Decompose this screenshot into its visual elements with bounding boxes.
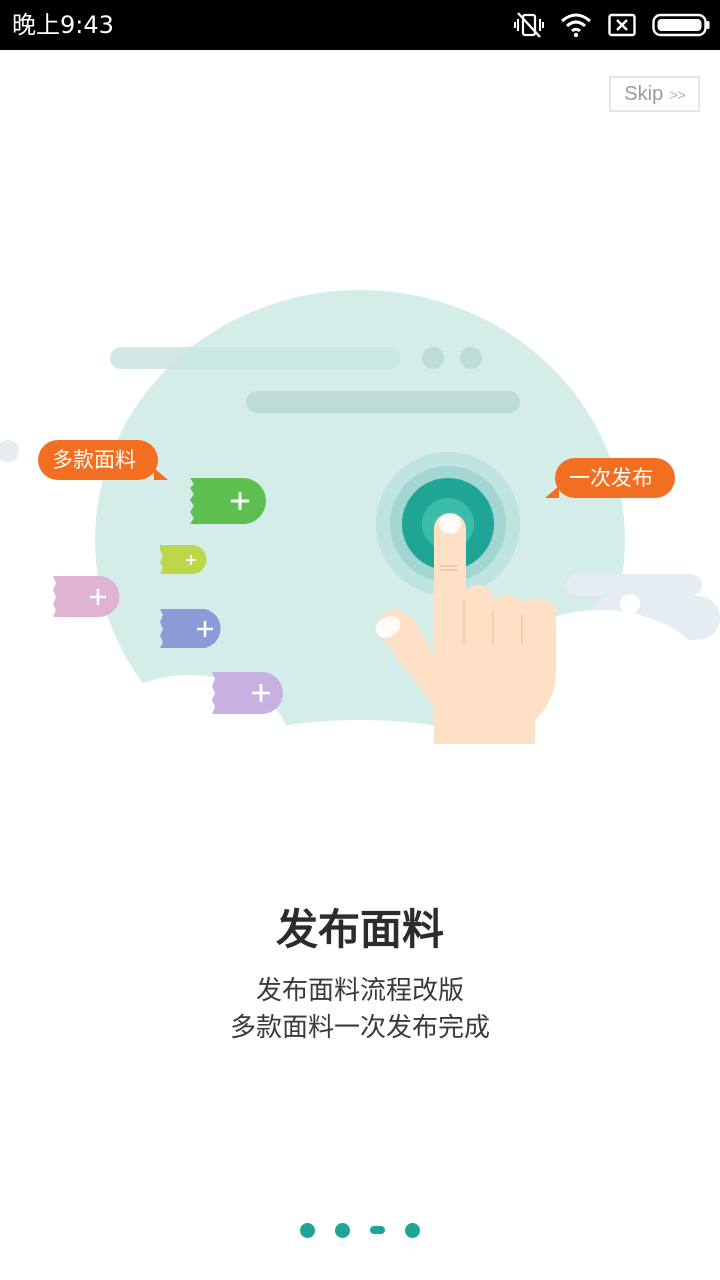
publish-illustration [0, 290, 720, 800]
page-dot-2[interactable] [335, 1222, 350, 1238]
page-dot-4[interactable] [405, 1222, 420, 1238]
page-dot-1[interactable] [300, 1222, 315, 1238]
fabric-tag-pink [53, 576, 120, 617]
fabric-tag-green [190, 478, 266, 524]
page-dot-3-active[interactable] [370, 1226, 385, 1234]
subtitle-line-2: 多款面料一次发布完成 [229, 1013, 490, 1043]
fabric-tag-purple [212, 672, 283, 714]
onboarding-screen: 晚上9:43 Skip >> 多款面料 一次发布 发布面料 发布面料流程改版 多… [0, 0, 720, 1280]
speech-bubble-multiple-fabrics: 多款面料 [38, 440, 168, 480]
fabric-tag-blue [160, 609, 221, 648]
speech-bubble-publish-once: 一次发布 [545, 458, 675, 498]
subtitle-line-1: 发布面料流程改版 [255, 976, 464, 1006]
page-indicator [0, 1220, 720, 1240]
fabric-tag-lime [160, 545, 207, 574]
page-title: 发布面料 [275, 905, 444, 954]
